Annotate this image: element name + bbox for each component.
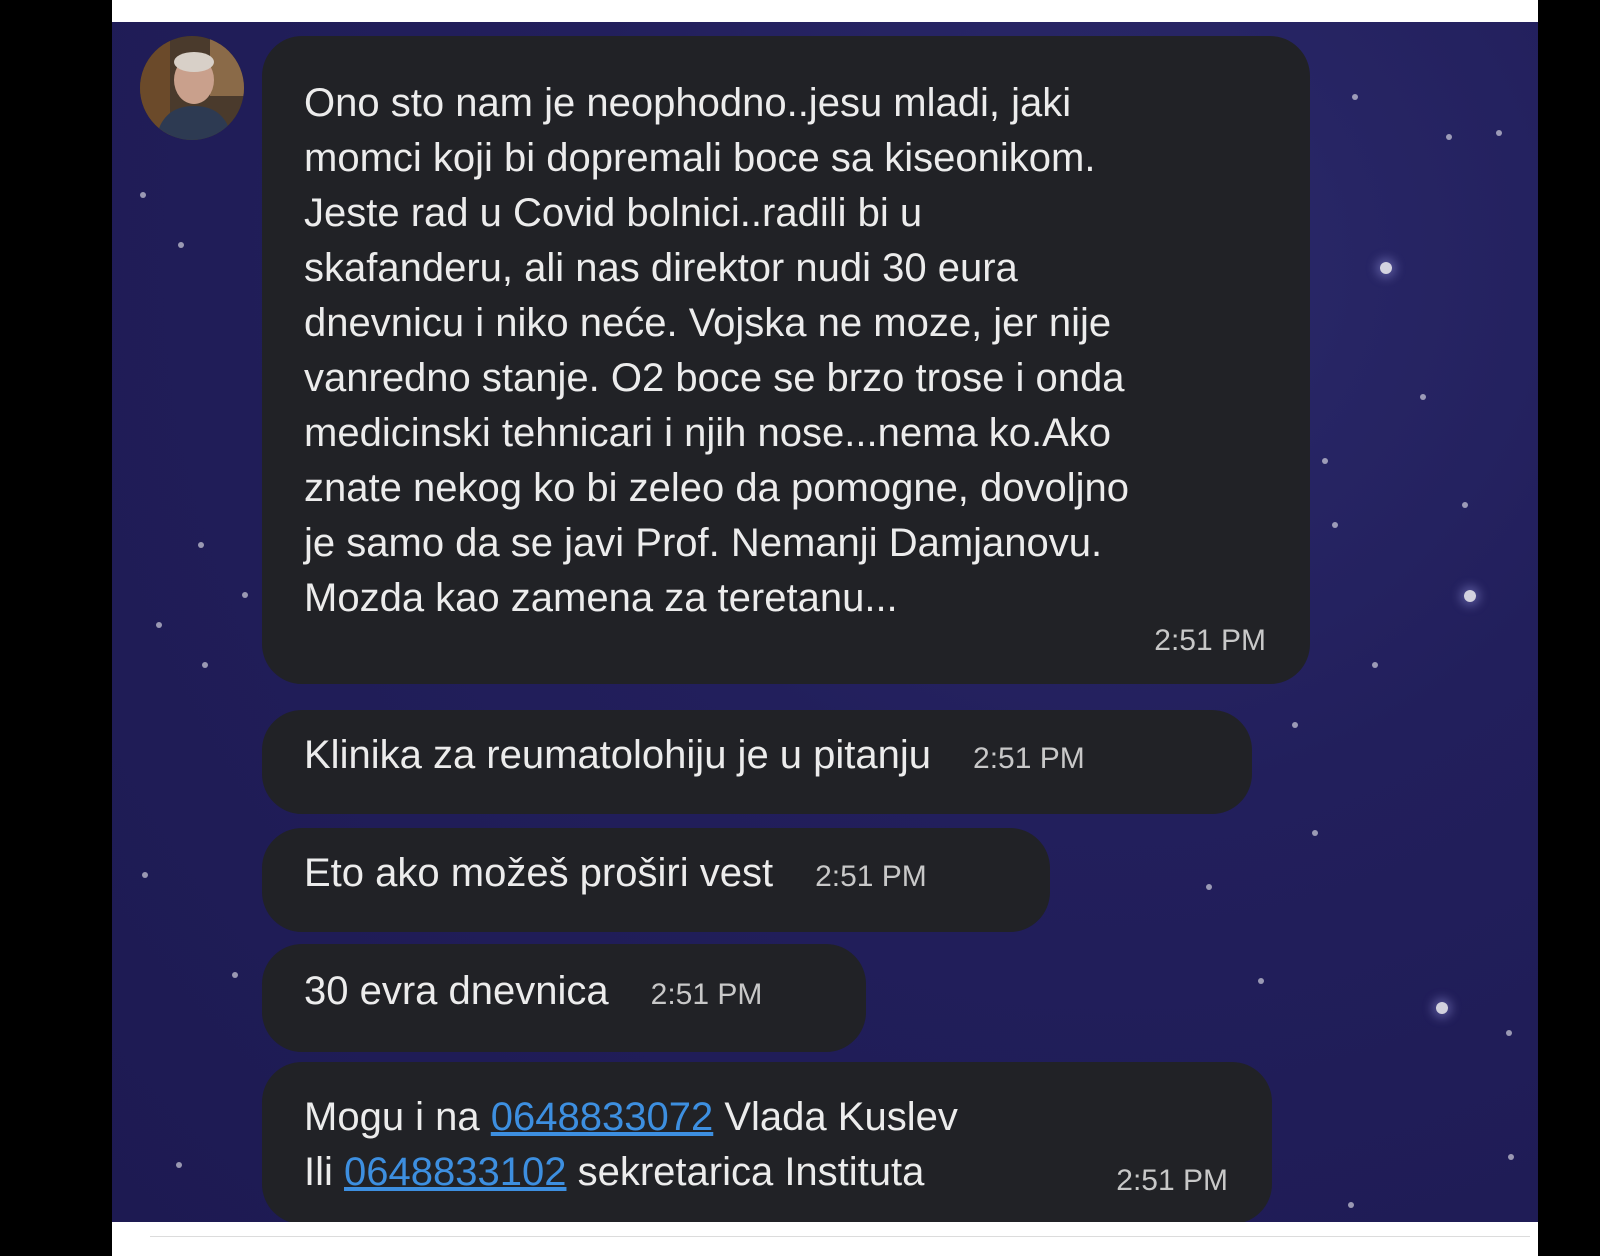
star xyxy=(142,872,148,878)
star xyxy=(1496,130,1502,136)
star xyxy=(232,972,238,978)
message-time: 2:51 PM xyxy=(815,860,927,893)
avatar-photo-icon xyxy=(140,36,244,140)
star xyxy=(1258,978,1264,984)
star xyxy=(1352,94,1358,100)
star xyxy=(140,192,146,198)
star xyxy=(1348,1202,1354,1208)
message-text: 30 evra dnevnica xyxy=(304,969,609,1013)
star xyxy=(156,622,162,628)
star xyxy=(1436,1002,1448,1014)
message-bubble[interactable]: Klinika za reumatolohiju je u pitanju 2:… xyxy=(262,710,1252,814)
message-text: Ono sto nam je neophodno..jesu mladi, ja… xyxy=(304,81,1130,620)
star xyxy=(202,662,208,668)
star xyxy=(176,1162,182,1168)
star xyxy=(1292,722,1298,728)
divider xyxy=(150,1236,1530,1237)
star xyxy=(1372,662,1378,668)
chat-background: Ono sto nam je neophodno..jesu mladi, ja… xyxy=(112,22,1538,1222)
message-bubble[interactable]: 30 evra dnevnica 2:51 PM xyxy=(262,944,866,1052)
message-text: Klinika za reumatolohiju je u pitanju xyxy=(304,733,932,777)
phone-link[interactable]: 0648833072 xyxy=(491,1095,713,1139)
message-text: sekretarica Instituta xyxy=(566,1150,925,1194)
star xyxy=(1206,884,1212,890)
message-time: 2:51 PM xyxy=(973,742,1085,775)
message-bubble[interactable]: Ono sto nam je neophodno..jesu mladi, ja… xyxy=(262,36,1310,684)
message-time: 2:51 PM xyxy=(1154,624,1266,657)
phone-link[interactable]: 0648833102 xyxy=(344,1150,566,1194)
message-text: Mogu i na xyxy=(304,1095,491,1139)
message-time: 2:51 PM xyxy=(1116,1164,1228,1197)
star xyxy=(178,242,184,248)
star xyxy=(1380,262,1392,274)
star xyxy=(1462,502,1468,508)
message-bubble[interactable]: Eto ako možeš proširi vest 2:51 PM xyxy=(262,828,1050,932)
star xyxy=(1420,394,1426,400)
message-text: Ili xyxy=(304,1150,344,1194)
message-text: Vlada Kuslev xyxy=(713,1095,958,1139)
star xyxy=(198,542,204,548)
message-text: Eto ako možeš proširi vest xyxy=(304,851,774,895)
star xyxy=(242,592,248,598)
star xyxy=(1332,522,1338,528)
star xyxy=(1464,590,1476,602)
star xyxy=(1506,1030,1512,1036)
star xyxy=(1446,134,1452,140)
star xyxy=(1312,830,1318,836)
star xyxy=(1508,1154,1514,1160)
star xyxy=(1322,458,1328,464)
avatar[interactable] xyxy=(140,36,244,140)
message-line: Ili 0648833102 sekretarica Instituta xyxy=(304,1145,1230,1200)
message-time: 2:51 PM xyxy=(650,978,763,1011)
message-bubble[interactable]: Mogu i na 0648833072 Vlada Kuslev Ili 06… xyxy=(262,1062,1272,1222)
message-line: Mogu i na 0648833072 Vlada Kuslev xyxy=(304,1090,1230,1145)
